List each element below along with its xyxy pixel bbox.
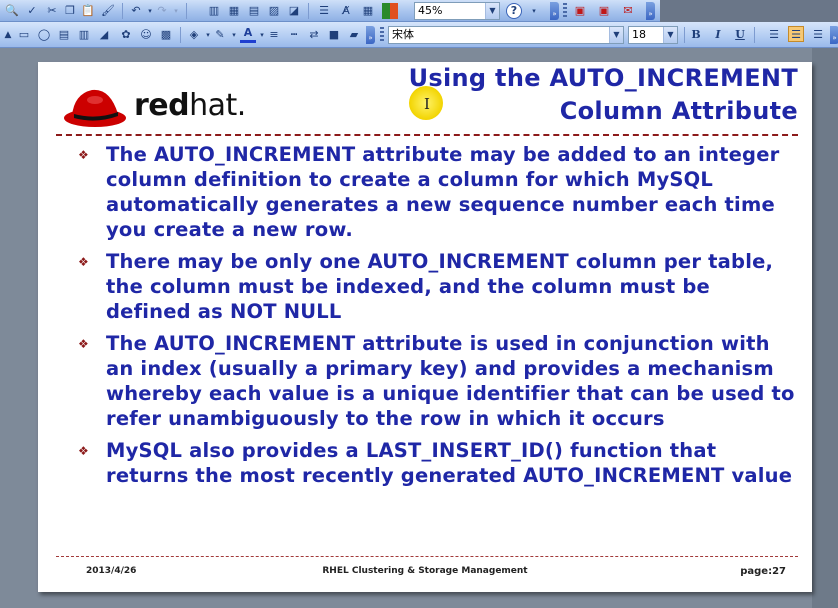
separator [180, 27, 181, 43]
align-center-icon[interactable]: ☰ [788, 26, 804, 42]
oval-icon[interactable]: ◯ [36, 27, 52, 43]
pdf-convert-icon[interactable]: ▣ [572, 3, 588, 19]
insert-image-icon[interactable]: ▩ [158, 27, 174, 43]
separator [308, 3, 309, 19]
help-icon[interactable]: ? [506, 3, 522, 19]
pdf-review-icon[interactable]: ▣ [596, 3, 612, 19]
zoom-combo[interactable]: 45% ▼ [414, 2, 500, 20]
dash-style-icon[interactable]: ┅ [286, 27, 302, 43]
help-dropdown-icon[interactable]: ▾ [526, 3, 542, 19]
toolbar-options-chevron-icon[interactable]: » [550, 2, 559, 20]
zoom-value: 45% [418, 4, 443, 17]
logo-text-light: hat. [189, 88, 246, 123]
insert-table-icon[interactable]: ▦ [226, 3, 242, 19]
bullet-item: ❖ There may be only one AUTO_INCREMENT co… [78, 249, 798, 324]
bullet-text: MySQL also provides a LAST_INSERT_ID() f… [106, 439, 793, 487]
chevron-down-icon[interactable]: ▼ [485, 3, 499, 19]
redhat-logo: redhat. [62, 80, 272, 132]
slide-title[interactable]: Using the AUTO_INCREMENT Column Attribut… [409, 62, 798, 128]
insert-chart-icon[interactable]: ▥ [206, 3, 222, 19]
font-size-combo[interactable]: 18 ▼ [628, 26, 678, 44]
bullet-item: ❖ The AUTO_INCREMENT attribute may be add… [78, 142, 798, 242]
bullet-list[interactable]: ❖ The AUTO_INCREMENT attribute may be add… [78, 142, 798, 495]
copy-icon[interactable]: ❐ [62, 3, 78, 19]
paste-icon[interactable]: 📋 [80, 3, 96, 19]
bullet-text: There may be only one AUTO_INCREMENT col… [106, 250, 774, 323]
diamond-bullet-icon: ❖ [78, 444, 89, 458]
separator [684, 27, 685, 43]
bullet-item: ❖ The AUTO_INCREMENT attribute is used in… [78, 331, 798, 431]
grid-icon[interactable]: ▦ [360, 3, 376, 19]
draw-toolbar-chevron-icon[interactable]: » [366, 26, 375, 44]
title-line-1: Using the AUTO_INCREMENT [408, 64, 798, 92]
shadowman-hat-icon [64, 89, 126, 127]
chevron-down-icon[interactable]: ▼ [609, 27, 623, 43]
spelling-icon[interactable]: ✓ [24, 3, 40, 19]
insert-wordart-icon[interactable]: ◪ [286, 3, 302, 19]
diamond-bullet-icon: ❖ [78, 148, 89, 162]
diamond-bullet-icon: ❖ [78, 337, 89, 351]
tables-borders-icon[interactable]: ▤ [246, 3, 262, 19]
redo-dropdown-icon[interactable]: ▾ [168, 3, 184, 19]
format-toolbar-chevron-icon[interactable]: » [830, 26, 838, 44]
cut-icon[interactable]: ✂ [44, 3, 60, 19]
print-preview-icon[interactable]: 🔍 [4, 3, 20, 19]
color-grayscale-icon[interactable] [382, 3, 398, 19]
standard-toolbar: 🔍 ✓ ✂ ❐ 📋 🖌 ↶ ▾ ↷ ▾ ▥ ▦ ▤ ▨ ◪ ☰ A̸ ▦ 45%… [0, 0, 838, 22]
insert-wordart-icon[interactable]: ◢ [96, 27, 112, 43]
insert-diagram-icon[interactable]: ✿ [118, 27, 134, 43]
header-divider [56, 134, 798, 136]
italic-button[interactable]: I [710, 27, 726, 43]
separator [754, 27, 755, 43]
footer-center-text: RHEL Clustering & Storage Management [322, 566, 528, 576]
shadow-style-icon[interactable]: ■ [326, 27, 342, 43]
bullet-text: The AUTO_INCREMENT attribute may be adde… [106, 143, 780, 241]
clip-art-icon[interactable]: ☺ [138, 27, 154, 43]
pdf-email-icon[interactable]: ✉ [620, 3, 636, 19]
font-size-value: 18 [632, 28, 646, 41]
text-box-icon[interactable]: ▤ [56, 27, 72, 43]
draw-dropdown-icon[interactable]: ▲ [0, 27, 16, 43]
separator [122, 3, 123, 19]
bullet-text: The AUTO_INCREMENT attribute is used in … [106, 332, 795, 430]
arrow-style-icon[interactable]: ⇄ [306, 27, 322, 43]
3d-style-icon[interactable]: ▰ [346, 27, 362, 43]
vertical-text-box-icon[interactable]: ▥ [76, 27, 92, 43]
title-line-2: Column Attribute [559, 97, 798, 125]
bullet-item: ❖ MySQL also provides a LAST_INSERT_ID() … [78, 438, 798, 488]
separator [186, 3, 187, 19]
insert-picture-icon[interactable]: ▨ [266, 3, 282, 19]
align-left-icon[interactable]: ☰ [766, 27, 782, 43]
align-right-icon[interactable]: ☰ [810, 27, 826, 43]
toolbar-empty-area [660, 0, 838, 22]
font-name-combo[interactable]: 宋体 ▼ [388, 26, 624, 44]
expand-all-icon[interactable]: ☰ [316, 3, 332, 19]
slide[interactable]: redhat. Using the AUTO_INCREMENT Column … [38, 62, 812, 592]
font-name-value: 宋体 [392, 28, 414, 41]
pdf-toolbar-chevron-icon[interactable]: » [646, 2, 655, 20]
rectangle-icon[interactable]: ▭ [16, 27, 32, 43]
formatting-toolbar: ▲ ▭ ◯ ▤ ▥ ◢ ✿ ☺ ▩ ◈ ▾ ✎ ▾ A ▾ ≡ ┅ ⇄ ■ ▰ … [0, 22, 838, 48]
footer-divider [56, 556, 798, 557]
logo-text-bold: red [134, 88, 190, 123]
chevron-down-icon[interactable]: ▼ [663, 27, 677, 43]
text-cursor-icon: I [424, 95, 430, 113]
bold-button[interactable]: B [688, 27, 704, 43]
toolbar-grip[interactable] [563, 3, 567, 19]
diamond-bullet-icon: ❖ [78, 255, 89, 269]
pane-edge [812, 48, 838, 608]
underline-button[interactable]: U [732, 27, 748, 43]
line-style-icon[interactable]: ≡ [266, 27, 282, 43]
format-painter-icon[interactable]: 🖌 [100, 3, 116, 19]
footer-page-number: page:27 [740, 566, 786, 577]
logo-wordmark: redhat. [134, 88, 246, 123]
show-formatting-icon[interactable]: A̸ [338, 3, 354, 19]
toolbar-grip[interactable] [380, 27, 384, 43]
